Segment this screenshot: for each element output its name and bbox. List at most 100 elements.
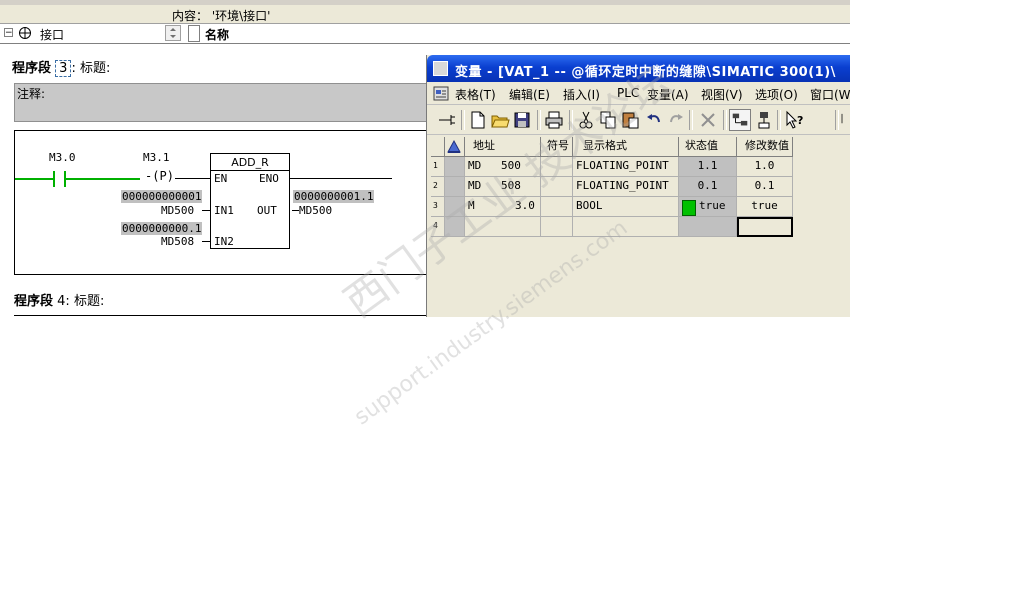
network-3-number: 3 — [55, 60, 72, 77]
row-number[interactable]: 2 — [431, 177, 445, 197]
address-type: M — [468, 199, 475, 212]
pin-eno: ENO — [259, 172, 279, 185]
vat-window[interactable]: 变量 - [VAT_1 -- @循环定时中断的缝隙\SIMATIC 300(1)… — [426, 55, 850, 317]
menu-options[interactable]: 选项(O) — [755, 86, 798, 103]
format-cell[interactable] — [573, 217, 679, 237]
status-cell: true — [679, 197, 737, 217]
comment-label: 注释: — [17, 87, 46, 101]
col-display-format[interactable]: 显示格式 — [573, 137, 679, 157]
symbol-cell[interactable] — [541, 217, 573, 237]
toolbar-separator — [689, 110, 693, 130]
edge-p-coil[interactable]: -(P) — [145, 169, 174, 183]
col-status-value[interactable]: 状态值 — [679, 137, 737, 157]
address-cell[interactable] — [465, 217, 541, 237]
monitor-online-icon[interactable] — [729, 109, 751, 131]
row-number[interactable]: 1 — [431, 157, 445, 177]
menu-edit[interactable]: 编辑(E) — [509, 86, 550, 103]
modify-cell[interactable]: 1.0 — [737, 157, 793, 177]
pin-icon[interactable] — [435, 109, 457, 131]
contact-m30-left[interactable] — [53, 171, 55, 187]
open-folder-icon[interactable] — [489, 109, 511, 131]
out-address[interactable]: MD500 — [299, 204, 332, 217]
toolbar-separator — [777, 110, 781, 130]
vat-title-bar[interactable]: 变量 - [VAT_1 -- @循环定时中断的缝隙\SIMATIC 300(1)… — [427, 55, 850, 82]
toolbar-overflow[interactable]: 𝄁 — [841, 112, 843, 127]
variable-table[interactable]: 地址 符号 显示格式 状态值 修改数值 1 MD 500 FLOATING_POI… — [431, 137, 793, 239]
menu-plc[interactable]: PLC — [617, 86, 639, 100]
menu-table[interactable]: 表格(T) — [455, 86, 496, 103]
row-number[interactable]: 4 — [431, 217, 445, 237]
add-r-block[interactable]: ADD_R EN ENO IN1 OUT IN2 — [210, 153, 290, 249]
table-select-icon[interactable] — [445, 137, 463, 155]
address-type: MD — [468, 159, 482, 172]
content-bar: 内容： '环境\接口' — [0, 5, 850, 24]
network-comment-box[interactable]: 注释: — [14, 83, 428, 122]
menu-window[interactable]: 窗口(W) — [810, 86, 850, 103]
in2-wire — [202, 241, 210, 242]
status-cell — [679, 217, 737, 237]
modify-cell[interactable]: 0.1 — [737, 177, 793, 197]
paste-icon[interactable] — [619, 109, 641, 131]
symbol-cell[interactable] — [541, 157, 573, 177]
in2-status-value: 0000000000.1 — [121, 222, 203, 235]
col-symbol[interactable]: 符号 — [541, 137, 573, 157]
address-type: MD — [468, 179, 482, 192]
status-cell: 1.1 — [679, 157, 737, 177]
symbol-cell[interactable] — [541, 177, 573, 197]
address-cell[interactable]: MD 508 — [465, 177, 541, 197]
network-4-prefix: 程序段 — [14, 294, 54, 309]
delete-icon[interactable] — [697, 109, 719, 131]
network-4-label: 4: 标题: — [57, 294, 105, 309]
tree-collapse-icon[interactable]: − — [4, 28, 13, 38]
new-file-icon[interactable] — [467, 109, 489, 131]
vat-window-icon[interactable] — [433, 61, 448, 76]
ladder-network[interactable]: M3.0 M3.1 -(P) ADD_R EN ENO IN1 OUT IN2 … — [14, 130, 428, 275]
scroll-spinner[interactable] — [165, 25, 181, 41]
col-address[interactable]: 地址 — [465, 137, 541, 157]
interface-icon — [19, 27, 31, 39]
menu-variable[interactable]: 变量(A) — [647, 86, 689, 103]
bool-true-indicator — [682, 200, 696, 216]
row-indicator — [445, 197, 465, 217]
edge-p-letter: P — [159, 169, 167, 183]
save-icon[interactable] — [511, 109, 533, 131]
document-menu-icon[interactable] — [433, 86, 449, 101]
address-cell[interactable]: MD 500 — [465, 157, 541, 177]
network-3-title[interactable]: 程序段 3: 标题: — [12, 57, 110, 77]
format-cell[interactable]: BOOL — [573, 197, 679, 217]
print-icon[interactable] — [543, 109, 565, 131]
interface-label[interactable]: 接口 — [40, 26, 64, 43]
in1-status-value: 000000000001 — [121, 190, 203, 203]
network-station-icon[interactable] — [753, 109, 775, 131]
in2-address[interactable]: MD508 — [161, 235, 194, 248]
modify-cell-selected[interactable] — [737, 217, 793, 237]
status-cell: 0.1 — [679, 177, 737, 197]
symbol-cell[interactable] — [541, 197, 573, 217]
vat-title: 变量 - [VAT_1 -- @循环定时中断的缝隙\SIMATIC 300(1)… — [455, 65, 836, 80]
row-number[interactable]: 3 — [431, 197, 445, 217]
col-modify-value[interactable]: 修改数值 — [737, 137, 793, 157]
copy-icon[interactable] — [597, 109, 619, 131]
modify-cell[interactable]: true — [737, 197, 793, 217]
in1-address[interactable]: MD500 — [161, 204, 194, 217]
rail-wire-2 — [66, 178, 140, 180]
rail-wire-1 — [15, 178, 53, 180]
format-cell[interactable]: FLOATING_POINT — [573, 177, 679, 197]
interface-row[interactable]: − 接口 名称 — [0, 24, 850, 44]
toolbar-separator — [569, 110, 573, 130]
block-header-divider — [211, 170, 289, 171]
pin-en: EN — [214, 172, 228, 185]
menu-insert[interactable]: 插入(I) — [563, 86, 600, 103]
redo-icon[interactable] — [665, 109, 687, 131]
wire-to-box — [175, 178, 210, 179]
svg-text:?: ? — [797, 114, 803, 127]
menu-view[interactable]: 视图(V) — [701, 86, 743, 103]
column-splitter[interactable] — [188, 25, 200, 42]
undo-icon[interactable] — [643, 109, 665, 131]
address-value: 508 — [501, 179, 521, 192]
format-cell[interactable]: FLOATING_POINT — [573, 157, 679, 177]
address-cell[interactable]: M 3.0 — [465, 197, 541, 217]
help-pointer-icon[interactable]: ? — [783, 109, 805, 131]
network-4-title[interactable]: 程序段 4: 标题: — [14, 290, 104, 309]
cut-icon[interactable] — [575, 109, 597, 131]
